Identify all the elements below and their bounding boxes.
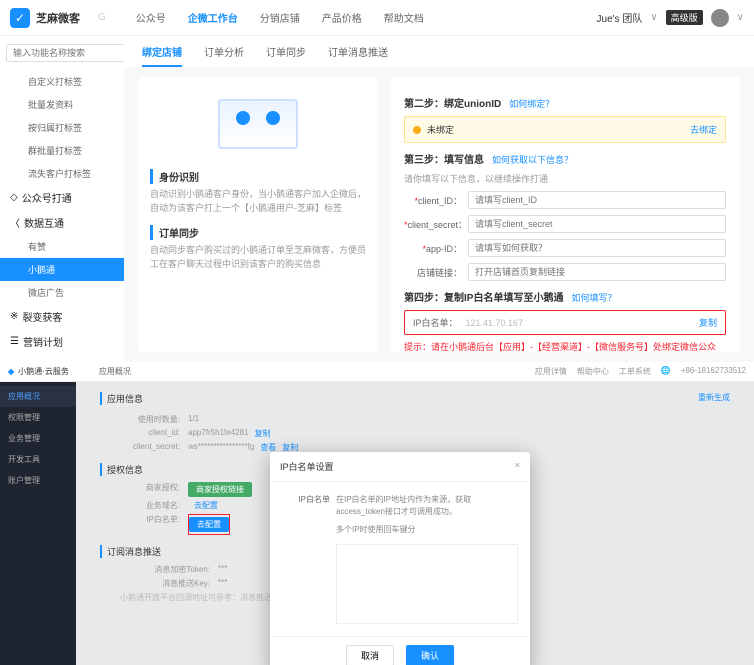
ls-auth[interactable]: 权限管理 — [0, 407, 76, 428]
nav-right: Jue's 团队 ∨ 高级版 ∨ — [597, 9, 744, 27]
sb-custom-tag[interactable]: 自定义打标签 — [0, 70, 124, 93]
subnav-sync[interactable]: 订单同步 — [266, 44, 306, 67]
lower-brand-icon: ◆ — [8, 367, 14, 376]
ip-whitelist-box: IP白名单： 121.41.70.167 复制 — [404, 310, 726, 335]
lower-nav-ticket[interactable]: 工单系统 — [619, 366, 651, 377]
brand: 芝麻微客 — [36, 10, 80, 26]
sec-identity-title: 身份识别 — [150, 169, 366, 184]
sb-title-plan[interactable]: ☰营销计划 — [0, 329, 124, 354]
subnav: 绑定店铺 订单分析 订单同步 订单消息推送 — [124, 36, 754, 67]
sb-group-tag[interactable]: 群批量打标签 — [0, 139, 124, 162]
sec-identity-desc: 自动识别小鹅通客户身份，当小鹅通客户加入企微后，自动为该客户打上一个【小鹅通用户… — [150, 188, 366, 215]
sidebar: Q ☰ 自定义打标签 批量发资料 按归属打标签 群批量打标签 流失客户打标签 ◇… — [0, 36, 124, 362]
ip-config-highlight: 去配置 — [188, 514, 230, 535]
ls-overview[interactable]: 应用概况 — [0, 386, 76, 407]
ip-warning: 提示：请在小鹅通后台【应用】-【经营渠道】-【微信服务号】处绑定微信公众号，否则… — [404, 341, 726, 352]
step4-link[interactable]: 如何填写？ — [571, 293, 616, 303]
lm-sec1-title: 应用信息 — [100, 392, 143, 405]
nav-price[interactable]: 产品价格 — [322, 10, 362, 25]
copy-clientid[interactable]: 复制 — [255, 428, 271, 439]
client-secret-input[interactable] — [468, 215, 726, 233]
modal-label: IP白名单 — [282, 494, 330, 536]
sb-lost-tag[interactable]: 流失客户打标签 — [0, 162, 124, 185]
ip-value: 121.41.70.167 — [466, 318, 524, 328]
subnav-bind[interactable]: 绑定店铺 — [142, 44, 182, 67]
ip-modal: IP白名单设置 × IP白名单 在IP白名单的IP地址内作为来源，获取acces… — [270, 452, 530, 665]
warn-text: 未绑定 — [427, 123, 454, 136]
modal-cancel[interactable]: 取消 — [346, 645, 394, 665]
lower-brand: 小鹅通·云服务 — [18, 366, 69, 377]
avatar[interactable] — [711, 9, 729, 27]
nav-help[interactable]: 帮助文档 — [384, 10, 424, 25]
step3-title: 第三步：填写信息如何获取以下信息？ — [404, 151, 726, 166]
merchant-auth-btn[interactable]: 商家授权链接 — [188, 482, 252, 497]
client-id-input[interactable] — [468, 191, 726, 209]
lower-phone: +86-18162733512 — [681, 366, 746, 377]
step2-link[interactable]: 如何绑定？ — [509, 99, 554, 109]
sec-sync-title: 订单同步 — [150, 225, 366, 240]
modal-textarea[interactable] — [336, 544, 518, 624]
lm-regen[interactable]: 重新生成 — [698, 392, 730, 411]
lower-sidebar: 应用概况 权限管理 业务管理 开发工具 账户管理 — [0, 382, 76, 665]
step3-link[interactable]: 如何获取以下信息？ — [492, 155, 573, 165]
search-input[interactable] — [6, 44, 137, 62]
sb-title-data[interactable]: 〈数据互通 — [0, 210, 124, 235]
premium-badge: 高级版 — [666, 10, 703, 25]
sec-sync-desc: 自动同步客户购买过的小鹅通订单至芝麻微客，方便员工在客户聊天过程中识别该客户的购… — [150, 244, 366, 271]
ls-dev[interactable]: 开发工具 — [0, 449, 76, 470]
team-name[interactable]: Jue's 团队 — [597, 10, 643, 25]
subnav-push[interactable]: 订单消息推送 — [328, 44, 388, 67]
shop-link-input[interactable] — [468, 263, 726, 281]
ls-account[interactable]: 账户管理 — [0, 470, 76, 491]
modal-text2: 多个IP时使用回车键分 — [336, 524, 518, 536]
modal-title: IP白名单设置 — [280, 460, 334, 473]
step2-title: 第二步：绑定unionID如何绑定？ — [404, 95, 726, 110]
step4-title: 第四步：复制IP白名单填写至小鹅通如何填写？ — [404, 289, 726, 304]
illustration — [150, 89, 366, 159]
unbound-alert: 未绑定 去绑定 — [404, 116, 726, 143]
google-icon[interactable]: G — [98, 12, 106, 23]
go-bind-link[interactable]: 去绑定 — [690, 123, 717, 136]
main-nav: 公众号 企微工作台 分销店铺 产品价格 帮助文档 — [136, 10, 424, 25]
ip-copy-link[interactable]: 复制 — [699, 316, 717, 329]
modal-close-icon[interactable]: × — [515, 460, 520, 473]
modal-text1: 在IP白名单的IP地址内作为来源，获取access_token接口才可调用成功。 — [336, 494, 518, 518]
lower-spacer: 应用概况 — [99, 366, 131, 377]
ls-biz[interactable]: 业务管理 — [0, 428, 76, 449]
nav-gzh[interactable]: 公众号 — [136, 10, 166, 25]
nav-qiwei[interactable]: 企微工作台 — [188, 10, 238, 25]
app-id-input[interactable] — [468, 239, 726, 257]
nav-fenxiao[interactable]: 分销店铺 — [260, 10, 300, 25]
ip-config-btn[interactable]: 去配置 — [189, 517, 229, 532]
domain-config[interactable]: 去配置 — [194, 500, 218, 511]
sb-batch-mat[interactable]: 批量发资料 — [0, 93, 124, 116]
logo-icon: ✓ — [10, 8, 30, 28]
subnav-analysis[interactable]: 订单分析 — [204, 44, 244, 67]
sb-title-gzh[interactable]: ◇公众号打通 — [0, 185, 124, 210]
top-nav: ✓ 芝麻微客 G 公众号 企微工作台 分销店铺 产品价格 帮助文档 Jue's … — [0, 0, 754, 36]
lang-icon[interactable]: 🌐 — [661, 366, 671, 377]
sb-title-liebian[interactable]: ※裂变获客 — [0, 304, 124, 329]
form-panel: 第二步：绑定unionID如何绑定？ 未绑定 去绑定 第三步：填写信息如何获取以… — [390, 77, 740, 352]
step3-hint: 请你填写以下信息，以继续操作打通 — [404, 172, 726, 185]
info-panel: 身份识别 自动识别小鹅通客户身份，当小鹅通客户加入企微后，自动为该客户打上一个【… — [138, 77, 378, 352]
warn-icon — [413, 126, 421, 134]
sb-xiaoe[interactable]: 小鹅通 — [0, 258, 124, 281]
ip-label: IP白名单： — [413, 316, 458, 329]
lower-app: ◆ 小鹅通·云服务 应用概况 应用详情 帮助中心 工单系统 🌐 +86-1816… — [0, 362, 754, 665]
sb-weidian[interactable]: 微店广告 — [0, 281, 124, 304]
sb-youzan[interactable]: 有赞 — [0, 235, 124, 258]
lower-nav-help[interactable]: 帮助中心 — [577, 366, 609, 377]
sb-owner-tag[interactable]: 按归属打标签 — [0, 116, 124, 139]
lower-nav-detail[interactable]: 应用详情 — [535, 366, 567, 377]
modal-ok[interactable]: 确认 — [406, 645, 454, 665]
